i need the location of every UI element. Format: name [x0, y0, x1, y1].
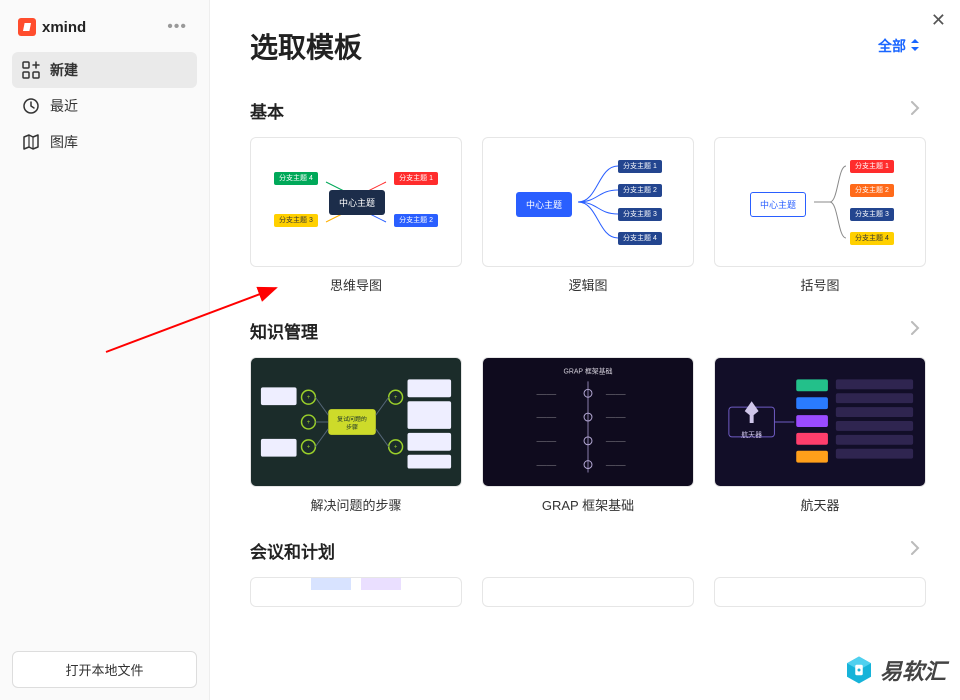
section-title: 基本: [250, 98, 284, 123]
card-row-basic: 分支主题 4 分支主题 3 中心主题 分支主题 1 分支主题 2 思维导图: [250, 137, 920, 294]
sidebar: xmind ••• 新建 最近 图库 打开本地文件: [0, 0, 210, 700]
section-header-meetings[interactable]: 会议和计划: [250, 538, 920, 563]
grid-plus-icon: [22, 61, 40, 79]
card-row-knowledge: 复试问题的 步骤 + + + + + 解决问题的步骤: [250, 357, 920, 514]
card-label: 括号图: [714, 275, 926, 294]
svg-text:————: ————: [606, 440, 626, 445]
more-button[interactable]: •••: [163, 16, 191, 38]
sidebar-item-new[interactable]: 新建: [12, 52, 197, 88]
template-thumbnail-problem-steps[interactable]: 复试问题的 步骤 + + + + +: [250, 357, 462, 487]
section-title: 知识管理: [250, 318, 318, 343]
svg-text:步骤: 步骤: [346, 423, 358, 431]
nav-label: 新建: [50, 60, 78, 80]
thumb-node: 中心主题: [329, 190, 385, 215]
filter-dropdown[interactable]: 全部: [878, 36, 920, 56]
brand: xmind: [18, 18, 86, 36]
template-card: 航天器: [714, 357, 926, 514]
template-card: 中心主题 分支主题 1 分支主题 2 分支主题 3 分支主题 4 括号图: [714, 137, 926, 294]
sidebar-item-library[interactable]: 图库: [12, 124, 197, 160]
clock-icon: [22, 97, 40, 115]
brand-logo-icon: [18, 18, 36, 36]
section-title: 会议和计划: [250, 538, 335, 563]
thumb-node: 分支主题 3: [850, 208, 894, 221]
section-header-knowledge[interactable]: 知识管理: [250, 318, 920, 343]
svg-text:————: ————: [536, 392, 556, 397]
thumb-node: 分支主题 1: [394, 172, 438, 185]
map-icon: [22, 133, 40, 151]
thumb-node: 分支主题 3: [274, 214, 318, 227]
thumb-node: 分支主题 4: [274, 172, 318, 185]
nav-label: 最近: [50, 96, 78, 116]
sort-icon: [910, 38, 920, 54]
template-card: 中心主题 分支主题 1 分支主题 2 分支主题 3 分支主题 4 逻辑图: [482, 137, 694, 294]
template-card: [714, 577, 926, 607]
svg-text:————: ————: [606, 392, 626, 397]
brand-name: xmind: [42, 19, 86, 36]
main: ✕ 选取模板 全部 基本: [210, 0, 960, 700]
thumb-node: 分支主题 2: [394, 214, 438, 227]
thumb-node: 分支主题 2: [850, 184, 894, 197]
svg-text:+: +: [394, 395, 398, 401]
nav-label: 图库: [50, 132, 78, 152]
close-icon[interactable]: ✕: [931, 10, 946, 31]
main-header: 选取模板 全部: [250, 0, 920, 74]
page-title: 选取模板: [250, 26, 362, 66]
sidebar-header: xmind •••: [12, 12, 197, 52]
card-label: 逻辑图: [482, 275, 694, 294]
thumb-node: 分支主题 4: [850, 232, 894, 245]
template-thumbnail-mindmap[interactable]: 分支主题 4 分支主题 3 中心主题 分支主题 1 分支主题 2: [250, 137, 462, 267]
template-card: 复试问题的 步骤 + + + + + 解决问题的步骤: [250, 357, 462, 514]
svg-text:————: ————: [606, 416, 626, 421]
chevron-right-icon: [910, 321, 920, 340]
card-label: 航天器: [714, 495, 926, 514]
template-card: GRAP 框架基础 ———— ———— ———— ———— ———— ———— ———…: [482, 357, 694, 514]
template-card: [250, 577, 462, 607]
filter-label: 全部: [878, 36, 906, 56]
card-label: GRAP 框架基础: [482, 495, 694, 514]
thumb-text: GRAP 框架基础: [563, 366, 612, 375]
svg-text:————: ————: [536, 464, 556, 469]
thumb-node: 分支主题 3: [618, 208, 662, 221]
open-local-label: 打开本地文件: [65, 663, 143, 678]
svg-text:+: +: [394, 445, 398, 451]
open-local-button[interactable]: 打开本地文件: [12, 651, 197, 688]
svg-text:+: +: [307, 395, 311, 401]
template-thumbnail-bracket[interactable]: 中心主题 分支主题 1 分支主题 2 分支主题 3 分支主题 4: [714, 137, 926, 267]
svg-text:+: +: [307, 445, 311, 451]
thumb-text: 复试问题的: [337, 415, 367, 423]
template-card: [482, 577, 694, 607]
template-thumbnail-grap[interactable]: GRAP 框架基础 ———— ———— ———— ———— ———— ———— ———…: [482, 357, 694, 487]
template-thumbnail-spacecraft[interactable]: 航天器: [714, 357, 926, 487]
chevron-right-icon: [910, 101, 920, 120]
svg-text:————: ————: [606, 464, 626, 469]
card-row-meetings: [250, 577, 920, 607]
card-label: 解决问题的步骤: [250, 495, 462, 514]
svg-text:————: ————: [536, 416, 556, 421]
template-thumbnail-partial[interactable]: [250, 577, 462, 607]
svg-text:+: +: [307, 420, 311, 426]
thumb-node: 中心主题: [516, 192, 572, 217]
template-thumbnail-logic[interactable]: 中心主题 分支主题 1 分支主题 2 分支主题 3 分支主题 4: [482, 137, 694, 267]
template-thumbnail-partial[interactable]: [482, 577, 694, 607]
sidebar-item-recent[interactable]: 最近: [12, 88, 197, 124]
thumb-text: 航天器: [741, 430, 762, 439]
chevron-right-icon: [910, 541, 920, 560]
thumb-node: 分支主题 1: [618, 160, 662, 173]
thumb-node: 分支主题 1: [850, 160, 894, 173]
thumb-node: 分支主题 2: [618, 184, 662, 197]
section-header-basic[interactable]: 基本: [250, 98, 920, 123]
svg-text:————: ————: [536, 440, 556, 445]
thumb-node: 分支主题 4: [618, 232, 662, 245]
thumb-node: 中心主题: [750, 192, 806, 217]
template-thumbnail-partial[interactable]: [714, 577, 926, 607]
card-label: 思维导图: [250, 275, 462, 294]
template-card: 分支主题 4 分支主题 3 中心主题 分支主题 1 分支主题 2 思维导图: [250, 137, 462, 294]
